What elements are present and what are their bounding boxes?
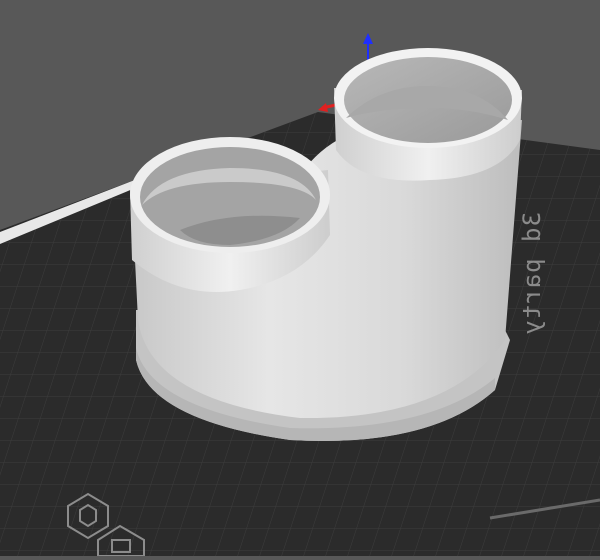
scene-canvas[interactable] (0, 0, 600, 557)
3d-viewport[interactable]: 3d party (0, 0, 600, 557)
bed-brand-label: 3d party (518, 212, 546, 336)
x-axis-arrow (318, 103, 328, 112)
z-axis-arrow (363, 33, 373, 44)
